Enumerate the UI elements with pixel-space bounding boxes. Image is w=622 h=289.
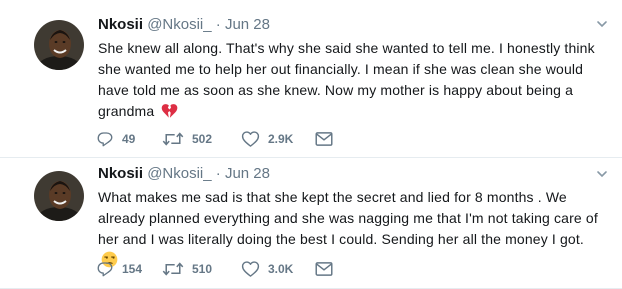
avatar[interactable] (34, 171, 84, 221)
envelope-icon (315, 131, 333, 147)
chevron-down-icon[interactable] (596, 18, 608, 30)
avatar[interactable] (34, 20, 84, 70)
like-button[interactable]: 3.0K (241, 259, 315, 279)
tweet-header: Nkosii @Nkosii_ · Jun 28 (98, 165, 270, 183)
retweet-count: 510 (192, 262, 213, 276)
reply-button[interactable]: 154 (96, 259, 162, 279)
retweet-button[interactable]: 510 (162, 259, 241, 279)
heart-icon (241, 130, 260, 148)
timestamp[interactable]: Jun 28 (225, 16, 270, 33)
tweet-actions: 154 510 3.0K (96, 259, 335, 279)
retweet-count: 502 (192, 132, 213, 146)
reply-icon (96, 130, 114, 148)
display-name[interactable]: Nkosii (98, 16, 143, 33)
tweet[interactable]: Nkosii @Nkosii_ · Jun 28 She knew all al… (0, 0, 622, 158)
retweet-icon (162, 260, 184, 278)
reply-button[interactable]: 49 (96, 129, 162, 149)
heart-icon (241, 260, 260, 278)
retweet-icon (162, 130, 184, 148)
tweet-text-content: What makes me sad is that she kept the s… (98, 189, 598, 247)
like-count: 2.9K (268, 132, 294, 146)
reply-count: 154 (122, 262, 143, 276)
retweet-button[interactable]: 502 (162, 129, 241, 149)
display-name[interactable]: Nkosii (98, 165, 143, 182)
tweet-header: Nkosii @Nkosii_ · Jun 28 (98, 16, 270, 34)
broken-heart-icon (161, 103, 178, 119)
tweet-actions: 49 502 2.9K (96, 129, 335, 149)
direct-message-button[interactable] (315, 129, 335, 149)
reply-count: 49 (122, 132, 136, 146)
tweet[interactable]: Nkosii @Nkosii_ · Jun 28 What makes me s… (0, 158, 622, 289)
timestamp[interactable]: Jun 28 (225, 165, 270, 182)
like-button[interactable]: 2.9K (241, 129, 315, 149)
tweet-text: She knew all along. That's why she said … (98, 38, 603, 122)
envelope-icon (315, 261, 333, 277)
direct-message-button[interactable] (315, 259, 335, 279)
like-count: 3.0K (268, 262, 294, 276)
separator: · (215, 165, 221, 182)
separator: · (215, 16, 221, 33)
user-handle[interactable]: @Nkosii_ (147, 165, 211, 182)
user-handle[interactable]: @Nkosii_ (147, 16, 211, 33)
reply-icon (96, 260, 114, 278)
chevron-down-icon[interactable] (596, 168, 608, 180)
